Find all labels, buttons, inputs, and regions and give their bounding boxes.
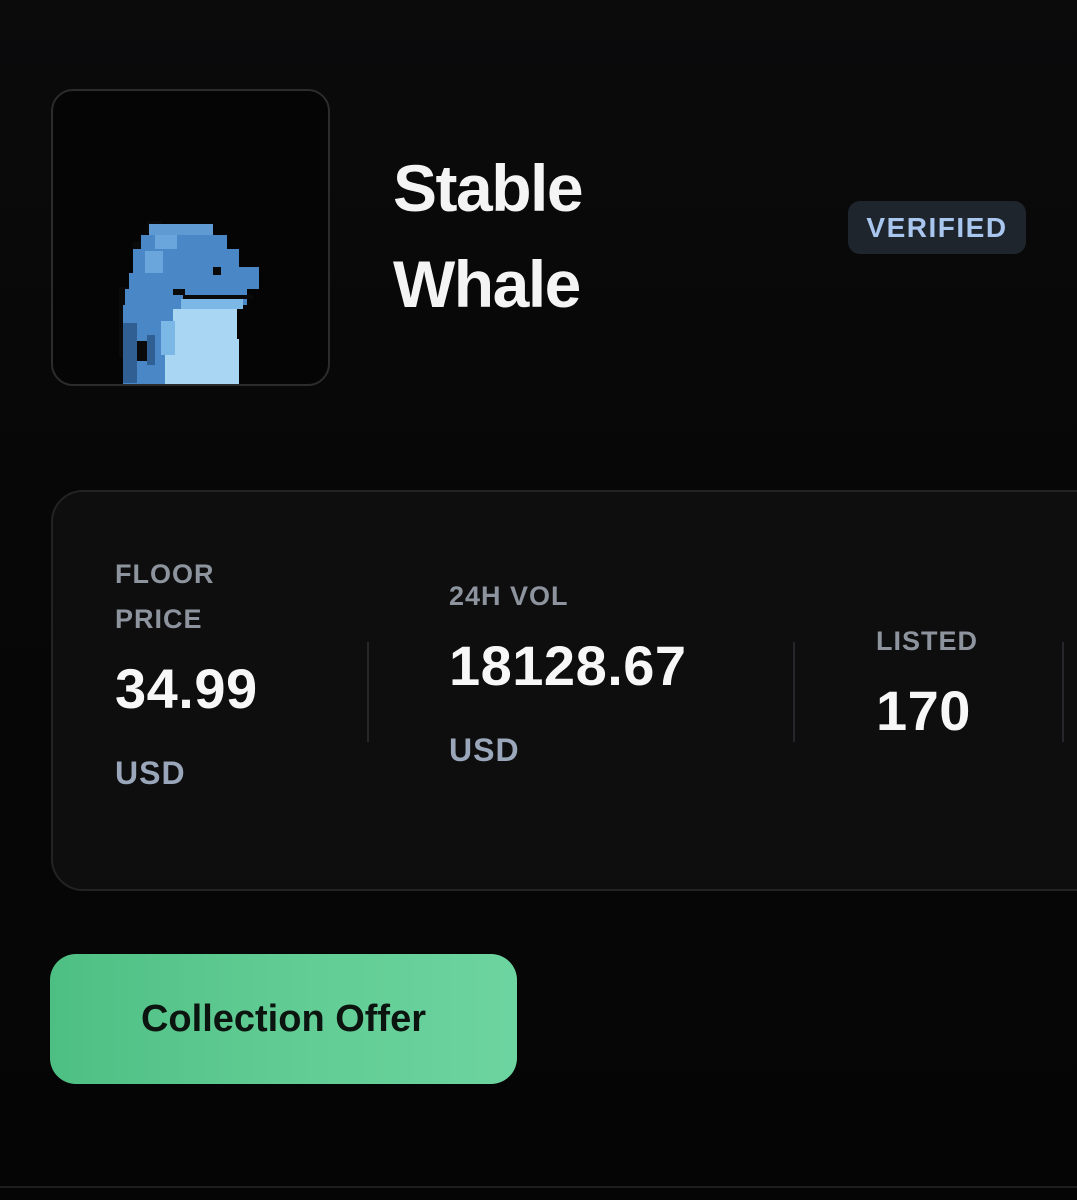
volume-stat: 24H VOL 18128.67 USD: [449, 574, 687, 769]
listed-value: 170: [876, 679, 971, 742]
volume-value: 18128.67: [449, 634, 687, 697]
pixel-whale-icon: [119, 221, 259, 384]
collection-avatar[interactable]: [51, 89, 330, 386]
collection-offer-button[interactable]: Collection Offer: [50, 954, 517, 1084]
verified-badge: VERIFIED: [848, 201, 1026, 254]
listed-label: LISTED: [876, 626, 979, 656]
stat-divider: [793, 642, 795, 742]
floor-price-unit: USD: [115, 755, 186, 791]
collection-title: Stable Whale: [393, 140, 693, 332]
volume-unit: USD: [449, 732, 520, 768]
collection-page: Stable Whale VERIFIED FLOOR PRICE 34.99 …: [0, 0, 1077, 1200]
stats-panel: FLOOR PRICE 34.99 USD 24H VOL 18128.67 U…: [51, 490, 1077, 891]
floor-price-label-line1: FLOOR: [115, 559, 215, 589]
collection-title-line1: Stable: [393, 151, 584, 225]
collection-title-line2: Whale: [393, 247, 581, 321]
stat-divider: [367, 642, 369, 742]
volume-label: 24H VOL: [449, 581, 569, 611]
listed-stat: LISTED 170: [876, 619, 978, 743]
floor-price-value: 34.99: [115, 657, 258, 720]
stat-divider: [1062, 642, 1064, 742]
floor-price-stat: FLOOR PRICE 34.99 USD: [115, 552, 258, 792]
bottom-divider: [0, 1186, 1077, 1188]
floor-price-label-line2: PRICE: [115, 604, 203, 634]
